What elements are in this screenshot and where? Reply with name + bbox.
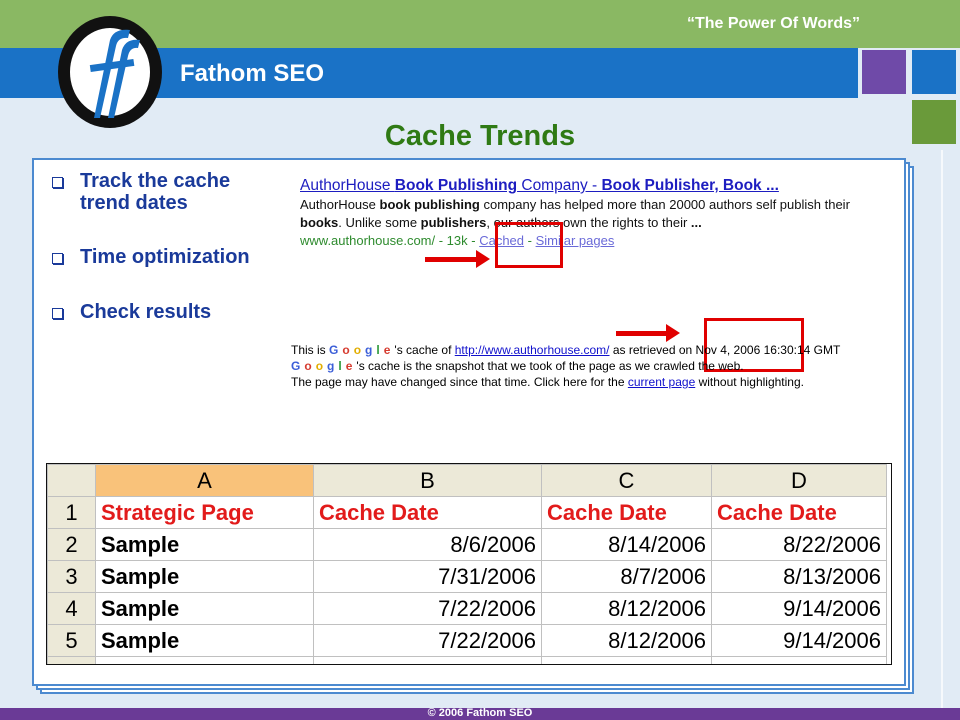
table-cell[interactable]: 7/22/2006: [313, 592, 542, 625]
cache-info-line-1: This is Google's cache of http://www.aut…: [291, 343, 841, 357]
decor-square-blue: [912, 50, 956, 94]
table-cell[interactable]: Sample: [95, 624, 314, 657]
search-result-snippet: AuthorHouse book publishing company has …: [300, 197, 850, 230]
copyright-text: © 2006 Fathom SEO: [427, 707, 533, 719]
table-cell[interactable]: [711, 656, 887, 664]
cache-info-line-3: The page may have changed since that tim…: [291, 375, 804, 389]
decor-vertical-line: [941, 150, 943, 710]
table-row: 4 Sample 7/22/2006 8/12/2006 9/14/2006: [47, 592, 887, 625]
table-cell[interactable]: 9/14/2006: [711, 592, 887, 625]
bullet-box-icon: [52, 177, 63, 188]
table-cell[interactable]: Strategic Page: [95, 496, 314, 529]
select-all-corner[interactable]: [47, 464, 96, 497]
bullet-track-cache: Track the cache trend dates: [52, 170, 280, 214]
current-page-link[interactable]: current page: [628, 375, 695, 389]
bullet-text: Track the cache trend dates: [80, 170, 231, 214]
table-cell[interactable]: Cache Date: [541, 496, 712, 529]
table-row: 2 Sample 8/6/2006 8/14/2006 8/22/2006: [47, 528, 887, 561]
row-number[interactable]: 5: [47, 624, 96, 657]
table-cell[interactable]: 7/22/2006: [313, 624, 542, 657]
decor-square-purple: [862, 50, 906, 94]
bullet-text: Check results: [80, 301, 212, 323]
table-cell[interactable]: Cache Date: [313, 496, 542, 529]
google-wordmark: Google: [329, 343, 395, 357]
table-cell[interactable]: Sample: [95, 592, 314, 625]
bullet-box-icon: [52, 308, 63, 319]
column-header-d[interactable]: D: [711, 464, 887, 497]
table-cell[interactable]: 8/13/2006: [711, 560, 887, 593]
tagline: “The Power Of Words”: [686, 15, 860, 32]
cache-spreadsheet: A B C D 1 Strategic Page Cache Date Cach…: [46, 463, 892, 665]
table-cell[interactable]: 9/14/2006: [711, 624, 887, 657]
table-row: 5 Sample 7/22/2006 8/12/2006 9/14/2006: [47, 624, 887, 657]
search-result: AuthorHouse Book Publishing Company - Bo…: [300, 176, 900, 250]
row-number[interactable]: 1: [47, 496, 96, 529]
cached-url-link[interactable]: http://www.authorhouse.com/: [455, 343, 610, 357]
slide-title: Cache Trends: [384, 120, 576, 152]
table-cell[interactable]: [541, 656, 712, 664]
highlight-box-cached: [495, 222, 563, 268]
search-result-url: www.authorhouse.com/ - 13k - Cached - Si…: [300, 233, 615, 248]
table-cell[interactable]: Sample: [95, 560, 314, 593]
table-cell[interactable]: [95, 656, 314, 664]
bullet-check-results: Check results: [52, 301, 280, 323]
table-cell[interactable]: [313, 656, 542, 664]
column-header-a[interactable]: A: [95, 464, 314, 497]
table-cell[interactable]: 8/12/2006: [541, 592, 712, 625]
row-number[interactable]: 6: [47, 656, 96, 664]
google-wordmark: Google: [291, 359, 357, 373]
table-cell[interactable]: 8/7/2006: [541, 560, 712, 593]
footer-bar: © 2006 Fathom SEO: [0, 707, 960, 720]
row-number[interactable]: 4: [47, 592, 96, 625]
search-result-title-link[interactable]: AuthorHouse Book Publishing Company - Bo…: [300, 176, 900, 196]
column-header-b[interactable]: B: [313, 464, 542, 497]
table-cell[interactable]: 8/14/2006: [541, 528, 712, 561]
column-header-row: A B C D: [47, 464, 887, 497]
bullet-box-icon: [52, 253, 63, 264]
brand-name: Fathom SEO: [180, 60, 325, 87]
arrow-right-icon: [425, 250, 490, 268]
bullet-time-optimization: Time optimization: [52, 246, 340, 268]
table-cell[interactable]: Cache Date: [711, 496, 887, 529]
cache-info: This is Google's cache of http://www.aut…: [291, 342, 891, 390]
arrow-right-icon: [616, 324, 680, 342]
table-row: 3 Sample 7/31/2006 8/7/2006 8/13/2006: [47, 560, 887, 593]
table-row: 1 Strategic Page Cache Date Cache Date C…: [47, 496, 887, 529]
row-number[interactable]: 2: [47, 528, 96, 561]
table-row: 6: [47, 656, 887, 664]
fathom-logo-icon: [58, 16, 162, 128]
table-cell[interactable]: 7/31/2006: [313, 560, 542, 593]
cache-info-line-2: Google's cache is the snapshot that we t…: [291, 359, 744, 373]
row-number[interactable]: 3: [47, 560, 96, 593]
table-cell[interactable]: 8/12/2006: [541, 624, 712, 657]
table-cell[interactable]: 8/22/2006: [711, 528, 887, 561]
table-cell[interactable]: Sample: [95, 528, 314, 561]
column-header-c[interactable]: C: [541, 464, 712, 497]
table-cell[interactable]: 8/6/2006: [313, 528, 542, 561]
